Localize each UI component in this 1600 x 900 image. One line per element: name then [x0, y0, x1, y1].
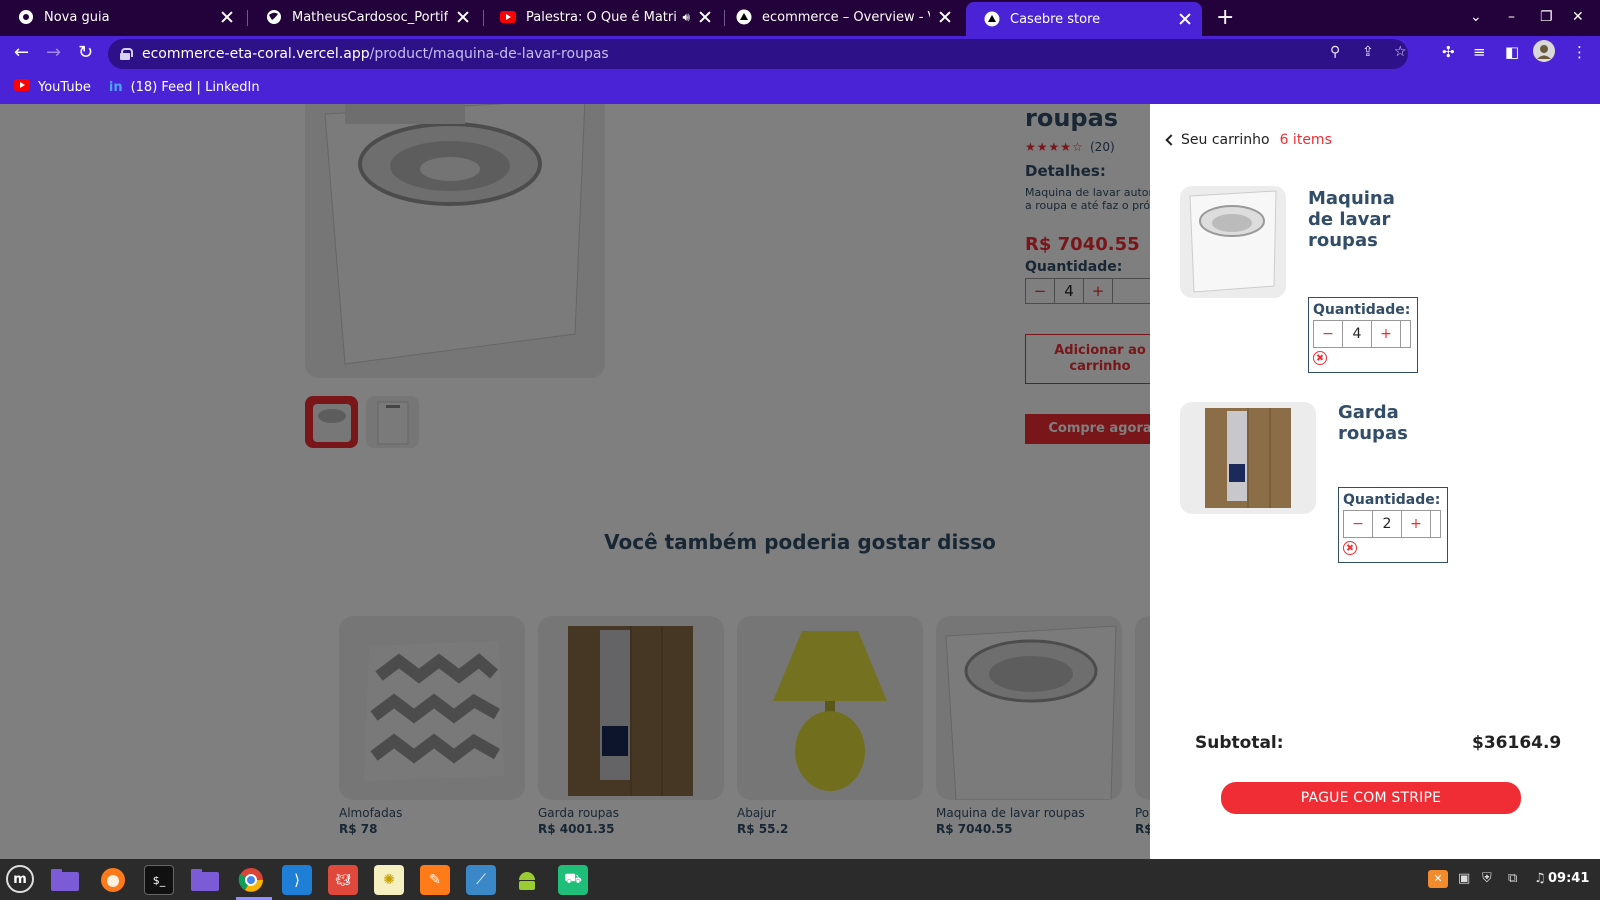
url-path: /product/maquina-de-lavar-roupas: [369, 46, 609, 62]
decrease-button[interactable]: −: [1314, 321, 1343, 347]
lock-icon: [120, 48, 133, 60]
share-icon[interactable]: ⇪: [1362, 44, 1374, 60]
tab-label: MatheusCardosoc_Portifolio: [292, 9, 448, 25]
bookmark-label: YouTube: [38, 79, 91, 95]
avatar[interactable]: [1533, 40, 1555, 67]
linkedin-icon: in: [108, 79, 123, 95]
gitkraken-icon[interactable]: 🐙︎: [328, 865, 358, 895]
tab-strip: Nova guia MatheusCardosoc_Portifolio Pal…: [0, 0, 1600, 36]
files-icon[interactable]: [50, 865, 80, 895]
address-bar[interactable]: ecommerce-eta-coral.vercel.app/product/m…: [108, 39, 1408, 69]
quantity-stepper: − 2 +: [1343, 510, 1441, 538]
vercel-icon: [984, 11, 1000, 27]
cart-item-image: [1180, 402, 1316, 514]
pen-icon[interactable]: ✎: [420, 865, 450, 895]
minimize-icon[interactable]: –: [1508, 9, 1515, 25]
new-tab-button[interactable]: +: [1216, 7, 1234, 29]
quantity-label: Quantidade:: [1343, 492, 1441, 508]
chrome-icon[interactable]: [236, 865, 266, 895]
bookmarks-bar: YouTube in (18) Feed | LinkedIn: [0, 72, 278, 102]
android-icon[interactable]: [512, 865, 542, 895]
increase-button[interactable]: +: [1402, 511, 1431, 537]
tab-label: Nova guia: [44, 9, 110, 25]
tab-nova-guia[interactable]: Nova guia: [0, 0, 244, 34]
decrease-button[interactable]: −: [1344, 511, 1373, 537]
mysql-workbench-icon[interactable]: ⟋: [466, 865, 496, 895]
sun-icon[interactable]: ✺: [374, 865, 404, 895]
bookmark-linkedin[interactable]: in (18) Feed | LinkedIn: [109, 80, 260, 95]
mint-menu-icon[interactable]: m: [6, 865, 34, 893]
shield-icon[interactable]: ⛨: [1482, 871, 1492, 886]
cart-heading: Seu carrinho: [1181, 132, 1270, 148]
tab-palestra[interactable]: Palestra: O Que é Matrix? 🔊︎: [482, 0, 722, 34]
app-icon[interactable]: ⛟: [558, 865, 588, 895]
close-icon[interactable]: [698, 10, 712, 24]
youtube-icon: [500, 9, 516, 25]
youtube-icon: [14, 79, 30, 95]
tab-casebre-store[interactable]: Casebre store: [966, 2, 1202, 36]
sound-icon[interactable]: ♫: [1534, 871, 1546, 886]
cart-item-name: Garda roupas: [1338, 402, 1408, 444]
bookmark-youtube[interactable]: YouTube: [14, 79, 91, 95]
cart-item-name: Maquina de lavar roupas: [1308, 188, 1395, 251]
close-icon[interactable]: [938, 10, 952, 24]
menu-icon[interactable]: ⋮: [1572, 43, 1587, 61]
increase-button[interactable]: +: [1372, 321, 1401, 347]
remove-item-icon[interactable]: [1343, 541, 1357, 555]
cart-item-image: [1180, 186, 1286, 298]
vscode-icon[interactable]: ⟩: [282, 865, 312, 895]
cart-item-quantity-box: Quantidade: − 4 +: [1308, 297, 1418, 373]
cart-count: 6 items: [1279, 132, 1332, 148]
back-icon[interactable]: ←: [14, 42, 29, 63]
taskbar: m $_ ⟩ 🐙︎ ✺ ✎ ⟋ ⛟ ✕ ▣ ⛨ ⧉ ♫ 09:41: [0, 859, 1600, 900]
close-icon[interactable]: [456, 10, 470, 24]
clock[interactable]: 09:41: [1548, 871, 1589, 886]
firefox-icon[interactable]: [98, 865, 128, 895]
media-icon[interactable]: ≡: [1473, 43, 1486, 61]
bookmark-label: (18) Feed | LinkedIn: [130, 79, 260, 95]
speaker-icon[interactable]: 🔊︎: [682, 10, 690, 25]
star-icon[interactable]: ☆: [1394, 44, 1407, 60]
cart-header[interactable]: Seu carrinho 6 items: [1165, 132, 1332, 148]
remove-item-icon[interactable]: [1313, 351, 1327, 365]
cart-panel: Seu carrinho 6 items Maquina de lavar ro…: [1150, 104, 1600, 859]
terminal-icon[interactable]: $_: [144, 865, 174, 895]
tab-vercel-overview[interactable]: ecommerce – Overview - Verce: [718, 0, 962, 34]
cart-backdrop[interactable]: [0, 104, 1150, 859]
tab-search-chevron-icon[interactable]: ⌄: [1470, 9, 1482, 25]
quantity-value: 4: [1343, 321, 1372, 347]
xampp-icon[interactable]: ✕: [1428, 870, 1448, 888]
chevron-left-icon: [1165, 134, 1177, 146]
forward-icon[interactable]: →: [46, 42, 61, 63]
chrome-icon: [18, 9, 34, 25]
quantity-stepper: − 4 +: [1313, 320, 1411, 348]
zoom-icon[interactable]: ⚲: [1330, 44, 1340, 60]
product-page: roupas ★★★★☆ (20) Detalhes: Maquina de l…: [0, 104, 1321, 859]
restore-icon[interactable]: ❐: [1540, 9, 1553, 25]
globe-icon: [266, 9, 282, 25]
tab-portfolio[interactable]: MatheusCardosoc_Portifolio: [248, 0, 480, 34]
cart-item-quantity-box: Quantidade: − 2 +: [1338, 487, 1448, 563]
vercel-icon: [736, 9, 752, 25]
pay-with-stripe-button[interactable]: PAGUE COM STRIPE: [1221, 782, 1521, 814]
close-icon[interactable]: [1178, 12, 1192, 26]
side-panel-icon[interactable]: ◧: [1505, 43, 1519, 61]
clipboard-icon[interactable]: ▣: [1458, 871, 1470, 886]
tab-label: ecommerce – Overview - Verce: [762, 9, 930, 25]
quantity-label: Quantidade:: [1313, 302, 1411, 318]
url-host: ecommerce-eta-coral.vercel.app: [142, 46, 370, 62]
extensions-icon[interactable]: ✣: [1442, 43, 1455, 61]
page: roupas ★★★★☆ (20) Detalhes: Maquina de l…: [0, 104, 1600, 859]
tab-label: Palestra: O Que é Matrix?: [526, 9, 677, 25]
close-window-icon[interactable]: ✕: [1572, 9, 1584, 25]
close-icon[interactable]: [220, 10, 234, 24]
network-icon[interactable]: ⧉: [1508, 871, 1517, 886]
reload-icon[interactable]: ↻: [78, 42, 93, 63]
subtotal-value: $36164.9: [1472, 733, 1562, 753]
quantity-value: 2: [1373, 511, 1402, 537]
subtotal-label: Subtotal:: [1195, 733, 1284, 753]
folder-icon[interactable]: [190, 865, 220, 895]
toolbar: ← → ↻ ecommerce-eta-coral.vercel.app/pro…: [0, 36, 1600, 104]
tab-label: Casebre store: [1010, 11, 1101, 27]
